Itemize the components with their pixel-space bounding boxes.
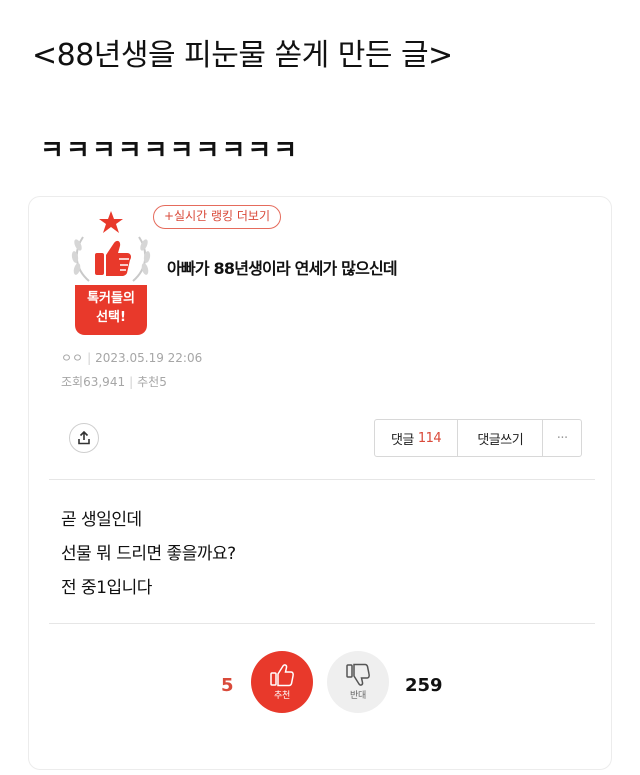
body-line: 선물 뭐 드리면 좋을까요? bbox=[61, 544, 236, 564]
vote-area: 5 추천 반대 259 bbox=[29, 647, 613, 727]
post-date: 2023.05.19 22:06 bbox=[95, 351, 203, 365]
thumbs-up-icon bbox=[270, 664, 294, 687]
comments-button[interactable]: 댓글 114 bbox=[375, 420, 459, 456]
body-line: 곧 생일인데 bbox=[61, 510, 142, 530]
comments-count: 114 bbox=[417, 430, 442, 446]
star-icon bbox=[99, 211, 123, 233]
oppose-button[interactable]: 반대 bbox=[327, 651, 389, 713]
badge-line-1: 톡커들의 bbox=[87, 291, 135, 306]
oppose-label: 반대 bbox=[350, 691, 366, 701]
comment-button-group: 댓글 114 댓글쓰기 ··· bbox=[374, 419, 582, 457]
article-meta: ㅇㅇ | 2023.05.19 22:06 bbox=[61, 351, 203, 365]
article-stats: 조회63,941 | 추천5 bbox=[61, 375, 167, 389]
divider bbox=[49, 623, 595, 624]
divider bbox=[49, 479, 595, 480]
more-button[interactable]: ··· bbox=[543, 420, 581, 456]
article-body: 곧 생일인데 선물 뭐 드리면 좋을까요? 전 중1입니다 bbox=[61, 503, 236, 605]
vote-down-count: 259 bbox=[405, 675, 443, 696]
recommend-label: 추천 bbox=[137, 375, 160, 389]
recommend-label: 추천 bbox=[274, 691, 290, 701]
post-subtitle: ㅋㅋㅋㅋㅋㅋㅋㅋㅋㅋ bbox=[40, 136, 300, 166]
vote-up-count: 5 bbox=[221, 675, 234, 696]
share-button[interactable] bbox=[69, 423, 99, 453]
body-line: 전 중1입니다 bbox=[61, 578, 152, 598]
write-comment-button[interactable]: 댓글쓰기 bbox=[458, 420, 544, 456]
talkers-choice-badge: 톡커들의 선택! bbox=[63, 207, 159, 337]
share-icon bbox=[78, 431, 90, 445]
recommend-count: 5 bbox=[159, 375, 167, 389]
recommend-button[interactable]: 추천 bbox=[251, 651, 313, 713]
article-title: 아빠가 88년생이라 연세가 많으신데 bbox=[167, 259, 398, 278]
realtime-ranking-link[interactable]: +실시간 랭킹 더보기 bbox=[153, 205, 282, 229]
comments-label: 댓글 bbox=[390, 432, 414, 448]
views-count: 63,941 bbox=[83, 375, 126, 389]
views-label: 조회 bbox=[61, 375, 84, 389]
thumbs-up-icon bbox=[95, 240, 131, 276]
badge-line-2: 선택! bbox=[96, 310, 126, 325]
author-name: ㅇㅇ bbox=[61, 351, 84, 365]
thumbs-down-icon bbox=[346, 663, 370, 686]
article-card: 톡커들의 선택! +실시간 랭킹 더보기 아빠가 88년생이라 연세가 많으신데… bbox=[28, 196, 612, 770]
post-title: <88년생을 피눈물 쏟게 만든 글> bbox=[32, 38, 453, 73]
